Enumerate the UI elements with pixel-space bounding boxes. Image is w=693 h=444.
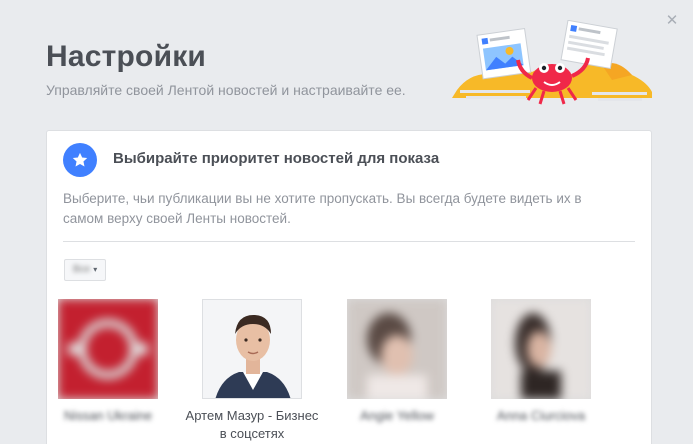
person-name: Angie Yellow bbox=[360, 408, 434, 423]
page-subtitle: Управляйте своей Лентой новостей и настр… bbox=[46, 82, 406, 98]
divider bbox=[63, 241, 635, 242]
close-button[interactable]: ✕ bbox=[665, 12, 679, 29]
chevron-down-icon: ▾ bbox=[93, 265, 98, 274]
person-name: Anna Ciurciova bbox=[496, 408, 586, 423]
avatar bbox=[202, 299, 302, 399]
person-name: Nissan Ukraine bbox=[63, 408, 153, 423]
card-title: Выбирайте приоритет новостей для показа bbox=[113, 150, 440, 167]
card-description: Выберите, чьи публикации вы не хотите пр… bbox=[63, 191, 582, 226]
person-name: Артем Мазур - Бизнес в соцсетях bbox=[185, 408, 319, 441]
star-icon bbox=[72, 152, 88, 167]
person-item-2[interactable]: Артем Мазур - Бизнес в соцсетях bbox=[182, 299, 322, 443]
priority-card: Выбирайте приоритет новостей для показа … bbox=[46, 130, 652, 444]
person-item-1[interactable]: Nissan Ukraine bbox=[38, 299, 178, 425]
filter-label: Все bbox=[73, 264, 91, 275]
news-feed-illustration bbox=[452, 20, 652, 105]
filter-dropdown[interactable]: Все ▾ bbox=[64, 259, 107, 281]
star-badge bbox=[63, 143, 97, 177]
avatar bbox=[491, 299, 591, 399]
person-item-3[interactable]: Angie Yellow bbox=[327, 299, 467, 425]
avatar bbox=[58, 299, 158, 399]
avatar bbox=[347, 299, 447, 399]
page-title: Настройки bbox=[46, 40, 207, 73]
close-icon: ✕ bbox=[665, 12, 679, 29]
person-item-4[interactable]: Anna Ciurciova bbox=[471, 299, 611, 425]
